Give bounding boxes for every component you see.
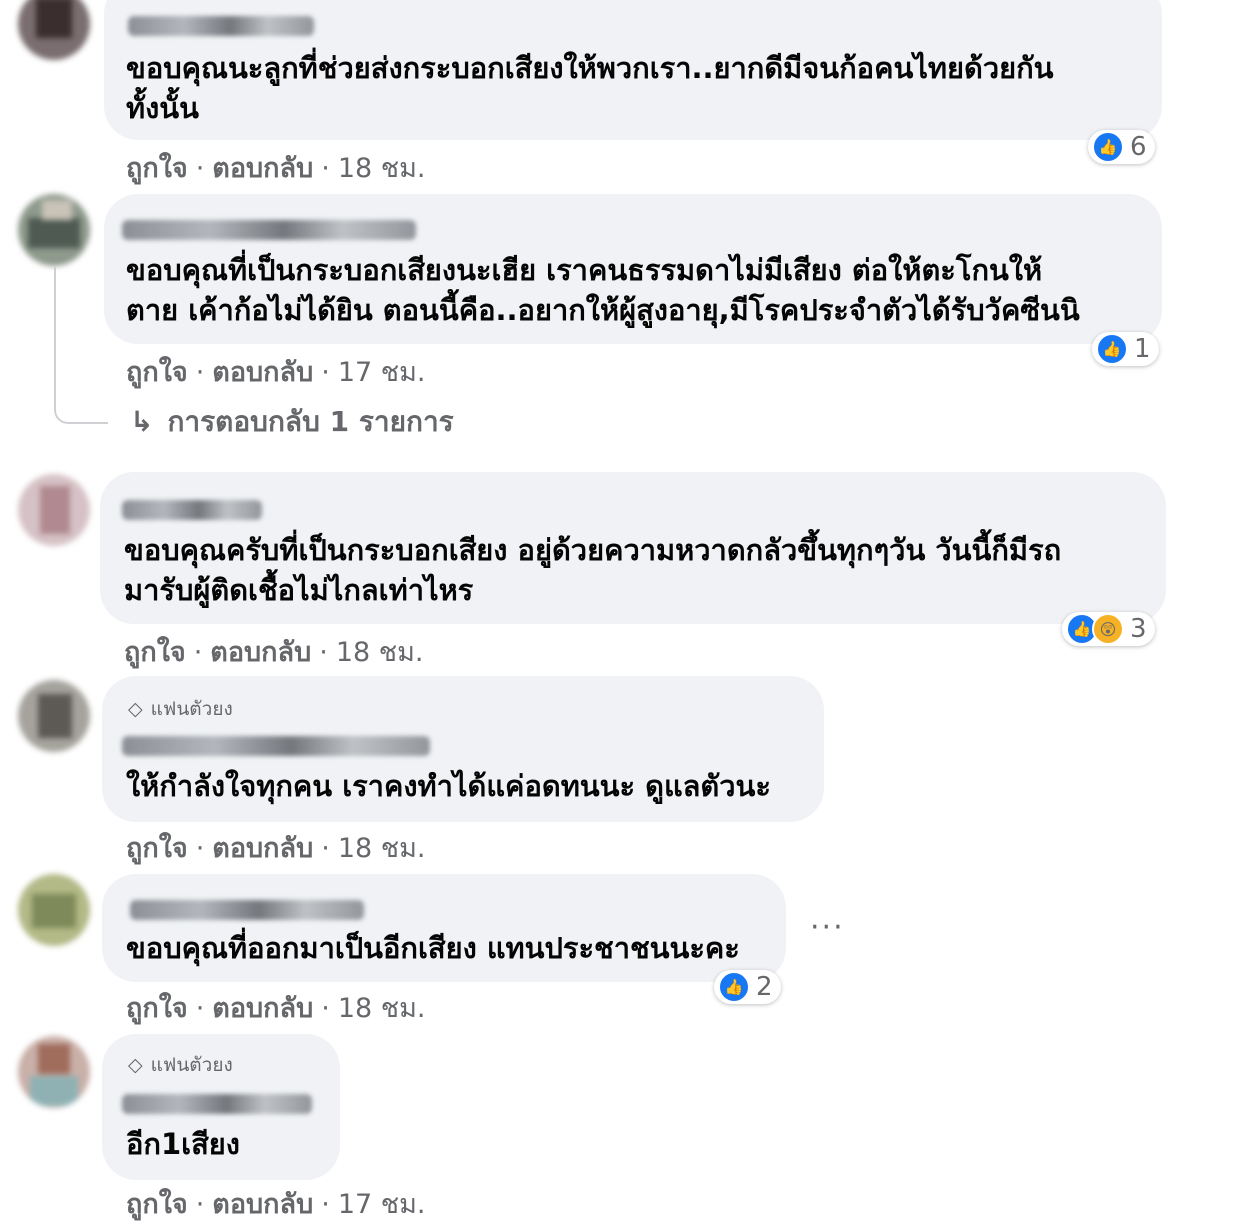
reaction-summary[interactable]: 👍 2: [714, 970, 781, 1004]
reaction-count: 1: [1134, 334, 1151, 364]
comment-text: ขอบคุณที่เป็นกระบอกเสียงนะเฮีย เราคนธรรม…: [126, 253, 1043, 287]
avatar[interactable]: [18, 194, 90, 266]
comment-text: ขอบคุณนะลูกที่ช่วยส่งกระบอกเสียงให้พวกเร…: [126, 51, 1054, 85]
top-fan-badge: ◇ แฟนตัวยง: [128, 694, 233, 724]
commenter-name[interactable]: [128, 16, 314, 36]
timestamp[interactable]: 17 ชม.: [338, 357, 426, 388]
wow-icon: 😲: [1092, 613, 1124, 645]
avatar[interactable]: [18, 874, 90, 946]
reaction-count: 6: [1130, 132, 1147, 162]
comment-actions: ถูกใจ · ตอบกลับ · 18 ชม.: [126, 993, 426, 1024]
reaction-count: 3: [1130, 614, 1147, 644]
timestamp[interactable]: 17 ชม.: [338, 1189, 426, 1220]
diamond-icon: ◇: [128, 698, 143, 720]
comment-text: ตาย เค้าก้อไม่ได้ยิน ตอนนี้คือ..อยากให้ผ…: [126, 293, 1080, 327]
like-icon: 👍: [1092, 131, 1124, 163]
like-link[interactable]: ถูกใจ: [126, 153, 188, 184]
avatar[interactable]: [18, 474, 90, 546]
diamond-icon: ◇: [128, 1054, 143, 1076]
like-link[interactable]: ถูกใจ: [124, 637, 186, 668]
reply-link[interactable]: ตอบกลับ: [212, 833, 313, 864]
commenter-name[interactable]: [122, 1094, 312, 1114]
reaction-summary[interactable]: 👍 6: [1088, 130, 1155, 164]
reaction-summary[interactable]: 👍 😲 3: [1062, 612, 1155, 646]
comment-actions: ถูกใจ · ตอบกลับ · 17 ชม.: [126, 1189, 426, 1220]
reaction-summary[interactable]: 👍 1: [1092, 332, 1159, 366]
avatar[interactable]: [18, 680, 90, 752]
reply-link[interactable]: ตอบกลับ: [212, 1189, 313, 1220]
avatar[interactable]: [18, 1036, 90, 1108]
timestamp[interactable]: 18 ชม.: [338, 153, 426, 184]
timestamp[interactable]: 18 ชม.: [336, 637, 424, 668]
badge-label: แฟนตัวยง: [150, 698, 233, 720]
reply-link[interactable]: ตอบกลับ: [212, 357, 313, 388]
like-icon: 👍: [718, 971, 750, 1003]
comment-text: มารับผู้ติดเชื้อไม่ไกลเท่าไหร: [124, 573, 474, 607]
commenter-name[interactable]: [130, 900, 364, 920]
reply-link[interactable]: ตอบกลับ: [210, 637, 311, 668]
replies-label: การตอบกลับ 1 รายการ: [167, 405, 454, 438]
comment-actions: ถูกใจ · ตอบกลับ · 18 ชม.: [126, 833, 426, 864]
like-link[interactable]: ถูกใจ: [126, 357, 188, 388]
avatar[interactable]: [18, 0, 90, 60]
comment-text: ทั้งนั้น: [126, 91, 199, 125]
like-link[interactable]: ถูกใจ: [126, 993, 188, 1024]
comment-text: ขอบคุณที่ออกมาเป็นอีกเสียง แทนประชาชนนะค…: [126, 931, 740, 965]
like-link[interactable]: ถูกใจ: [126, 833, 188, 864]
more-options-button[interactable]: ···: [810, 910, 845, 945]
timestamp[interactable]: 18 ชม.: [338, 993, 426, 1024]
timestamp[interactable]: 18 ชม.: [338, 833, 426, 864]
comment-text: ขอบคุณครับที่เป็นกระบอกเสียง อยู่ด้วยควา…: [124, 533, 1062, 567]
view-replies-link[interactable]: ↳ การตอบกลับ 1 รายการ: [130, 400, 454, 444]
commenter-name[interactable]: [122, 736, 430, 756]
top-fan-badge: ◇ แฟนตัวยง: [128, 1050, 233, 1080]
comment-actions: ถูกใจ · ตอบกลับ · 18 ชม.: [124, 637, 424, 668]
thread-line: [54, 266, 108, 424]
badge-label: แฟนตัวยง: [150, 1054, 233, 1076]
like-icon: 👍: [1096, 333, 1128, 365]
comment-actions: ถูกใจ · ตอบกลับ · 17 ชม.: [126, 357, 426, 388]
comment-text: ให้กำลังใจทุกคน เราคงทำได้แค่อดทนนะ ดูแล…: [126, 769, 771, 803]
reply-link[interactable]: ตอบกลับ: [212, 153, 313, 184]
reaction-count: 2: [756, 972, 773, 1002]
comment-actions: ถูกใจ · ตอบกลับ · 18 ชม.: [126, 153, 426, 184]
reply-arrow-icon: ↳: [130, 405, 154, 438]
reply-link[interactable]: ตอบกลับ: [212, 993, 313, 1024]
commenter-name[interactable]: [122, 220, 416, 240]
commenter-name[interactable]: [122, 500, 262, 520]
like-link[interactable]: ถูกใจ: [126, 1189, 188, 1220]
comment-text: อีก1เสียง: [126, 1127, 240, 1161]
